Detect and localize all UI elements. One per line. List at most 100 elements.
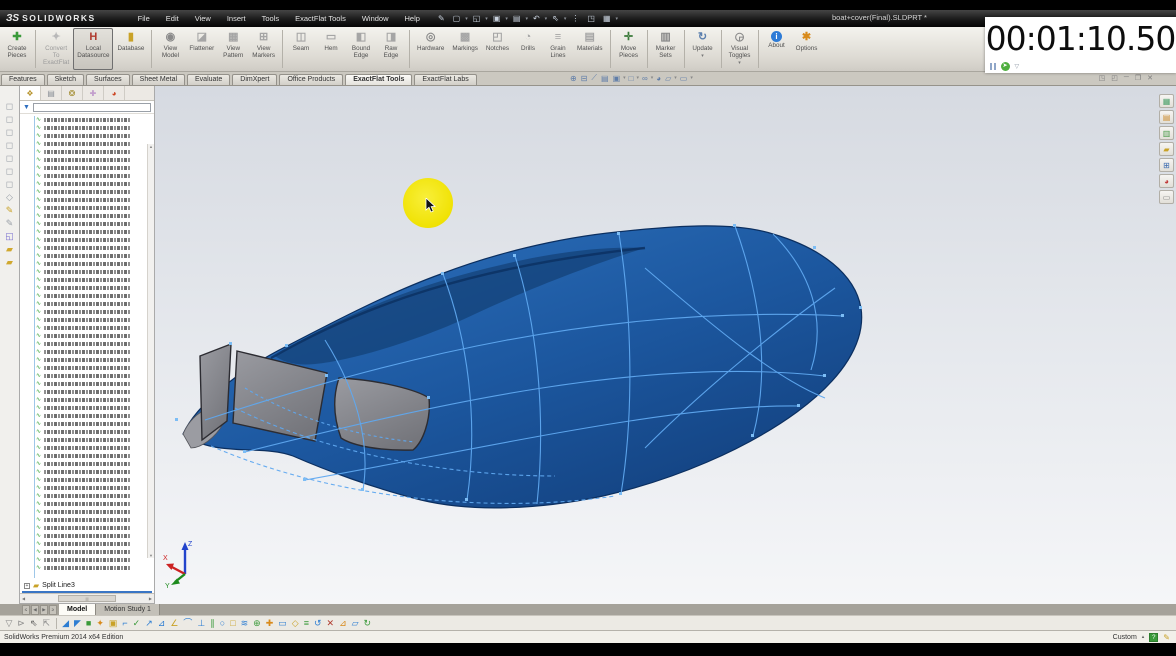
convert-to-exactflat-button[interactable]: ✦ Convert To ExactFlat [39, 28, 73, 70]
tree-row[interactable]: ∿ [20, 196, 154, 204]
tree-row[interactable]: ∿ [20, 556, 154, 564]
view-settings-icon[interactable]: ▦ [599, 14, 615, 23]
zoom-to-fit-icon[interactable]: ⊕ [568, 74, 579, 83]
sketch-tool-icon[interactable]: ≋ [238, 616, 251, 630]
tree-row[interactable]: ∿ [20, 284, 154, 292]
tree-row[interactable]: ∿ [20, 124, 154, 132]
tree-row[interactable]: ∿ [20, 564, 154, 572]
update-button[interactable]: ↻ Update ▾ [688, 28, 718, 70]
tile-icon[interactable]: ◳ [1096, 74, 1109, 82]
pointer-drag-icon[interactable]: ⇱ [40, 616, 53, 630]
print-icon[interactable]: ▤ [509, 14, 525, 23]
database-button[interactable]: ▮ Database [113, 28, 148, 70]
tab-surfaces[interactable]: Surfaces [86, 74, 130, 85]
view-model-button[interactable]: ◉ View Model [155, 28, 185, 70]
pause-button[interactable] [990, 63, 996, 70]
seam-button[interactable]: ◫ Seam [286, 28, 316, 70]
edit-appearance-icon[interactable]: ◕ [654, 74, 663, 83]
tree-row[interactable]: ∿ [20, 380, 154, 388]
previous-view-icon[interactable]: ▤ [599, 74, 611, 83]
timer-dropdown-icon[interactable]: ▽ [1015, 63, 1020, 70]
minimize-icon[interactable]: ─ [1121, 74, 1132, 82]
sketch-tool-icon[interactable]: ◢ [60, 616, 72, 630]
file-properties-icon[interactable]: ◳ [583, 14, 599, 23]
tree-row[interactable]: ∿ [20, 524, 154, 532]
tab-nav-icon[interactable]: ▶ [40, 604, 48, 615]
displaymanager-tab[interactable]: ◕ [104, 86, 125, 100]
tree-row[interactable]: ∿ [20, 492, 154, 500]
view-orientation-icon[interactable]: ▣ [611, 74, 623, 83]
pointer-icon[interactable]: ⇖ [27, 616, 40, 630]
tab-office-products[interactable]: Office Products [279, 74, 344, 85]
grain-lines-button[interactable]: ≡ Grain Lines [543, 28, 573, 70]
tree-row[interactable]: ∿ [20, 308, 154, 316]
graphics-viewport[interactable]: Z X Y ▦ ▤ ▥ ▰ ⊞ ◕ ▭ [155, 86, 1176, 604]
view-cube-front-icon[interactable]: ◻ [6, 100, 13, 113]
menu-item-window[interactable]: Window [354, 12, 397, 25]
tree-row[interactable]: ∿ [20, 484, 154, 492]
tree-row[interactable]: ∿ [20, 292, 154, 300]
tree-row[interactable]: ∿ [20, 116, 154, 124]
stats-icon[interactable]: ▥ [1159, 126, 1174, 140]
menu-item-insert[interactable]: Insert [219, 12, 254, 25]
sketch-tool-icon[interactable]: ⊕ [251, 616, 264, 630]
sketch-tool-icon[interactable]: ⊥ [195, 616, 208, 630]
tab-sketch[interactable]: Sketch [46, 74, 85, 85]
featuremanager-tab[interactable]: ❖ [20, 86, 41, 100]
tab-nav-icon[interactable]: ≤ [22, 604, 30, 615]
dropdown-icon[interactable]: ▾ [615, 16, 620, 22]
folder-icon[interactable]: ▰ [6, 243, 13, 256]
tree-row[interactable]: ∿ [20, 540, 154, 548]
tree-row[interactable]: ∿ [20, 476, 154, 484]
sketch-tool-icon[interactable]: ↗ [143, 616, 156, 630]
tree-item-split-line3[interactable]: + ▰ Split Line3 [20, 580, 154, 591]
tree-row[interactable]: ∿ [20, 148, 154, 156]
unit-system-label[interactable]: Custom [1113, 634, 1137, 641]
menu-item-view[interactable]: View [187, 12, 219, 25]
flattener-button[interactable]: ◪ Flattener [185, 28, 218, 70]
pen-icon[interactable]: ✎ [434, 14, 449, 23]
tree-row[interactable]: ∿ [20, 276, 154, 284]
sketch-tool-icon[interactable]: □ [228, 616, 238, 630]
view-cube-back-icon[interactable]: ◻ [6, 113, 13, 126]
materials-button[interactable]: ▤ Materials [573, 28, 607, 70]
tree-row[interactable]: ∿ [20, 140, 154, 148]
tab-nav-icon[interactable]: ≥ [49, 604, 57, 615]
tree-row[interactable]: ∿ [20, 180, 154, 188]
create-pieces-button[interactable]: ✚ Create Pieces [2, 28, 32, 70]
tab-sheet-metal[interactable]: Sheet Metal [131, 74, 186, 85]
tab-motion-study-1[interactable]: Motion Study 1 [96, 604, 160, 615]
sketch-tool-icon[interactable]: ↻ [361, 616, 374, 630]
view-markers-button[interactable]: ⊞ View Markers [248, 28, 279, 70]
tree-row[interactable]: ∿ [20, 188, 154, 196]
sketch-tool-icon[interactable]: ▭ [276, 616, 290, 630]
tab-nav-icon[interactable]: ◀ [31, 604, 39, 615]
tree-horizontal-scrollbar[interactable]: ◀ ||| ▶ [20, 593, 154, 603]
close-icon[interactable]: ✕ [1144, 74, 1156, 82]
tree-row[interactable]: ∿ [20, 444, 154, 452]
tree-row[interactable]: ∿ [20, 340, 154, 348]
cost-report-icon[interactable]: ▤ [1159, 110, 1174, 124]
library-icon[interactable]: ▰ [1159, 142, 1174, 156]
hardware-button[interactable]: ◎ Hardware [413, 28, 448, 70]
save-icon[interactable]: ▣ [489, 14, 505, 23]
view-cube-right-icon[interactable]: ◻ [6, 139, 13, 152]
tab-evaluate[interactable]: Evaluate [187, 74, 231, 85]
sketch-tool-icon[interactable]: ⌐ [120, 616, 130, 630]
view-cube-iso-icon[interactable]: ◻ [6, 178, 13, 191]
unit-dropdown-icon[interactable]: ▴ [1142, 634, 1145, 640]
view-cube-dimetric-icon[interactable]: ◇ [6, 191, 13, 204]
move-pieces-button[interactable]: ✛ Move Pieces [614, 28, 644, 70]
grid-icon[interactable]: ⊞ [1159, 158, 1174, 172]
tree-row[interactable]: ∿ [20, 324, 154, 332]
hem-button[interactable]: ▭ Hem [316, 28, 346, 70]
about-button[interactable]: i About [762, 28, 792, 70]
sketch-tool-icon[interactable]: ▣ [106, 616, 120, 630]
tree-row[interactable]: ∿ [20, 388, 154, 396]
start-button[interactable]: ➤ [1000, 62, 1010, 71]
tab-features[interactable]: Features [1, 74, 45, 85]
tree-row[interactable]: ∿ [20, 372, 154, 380]
tree-row[interactable]: ∿ [20, 332, 154, 340]
tree-row[interactable]: ∿ [20, 412, 154, 420]
tree-row[interactable]: ∿ [20, 516, 154, 524]
